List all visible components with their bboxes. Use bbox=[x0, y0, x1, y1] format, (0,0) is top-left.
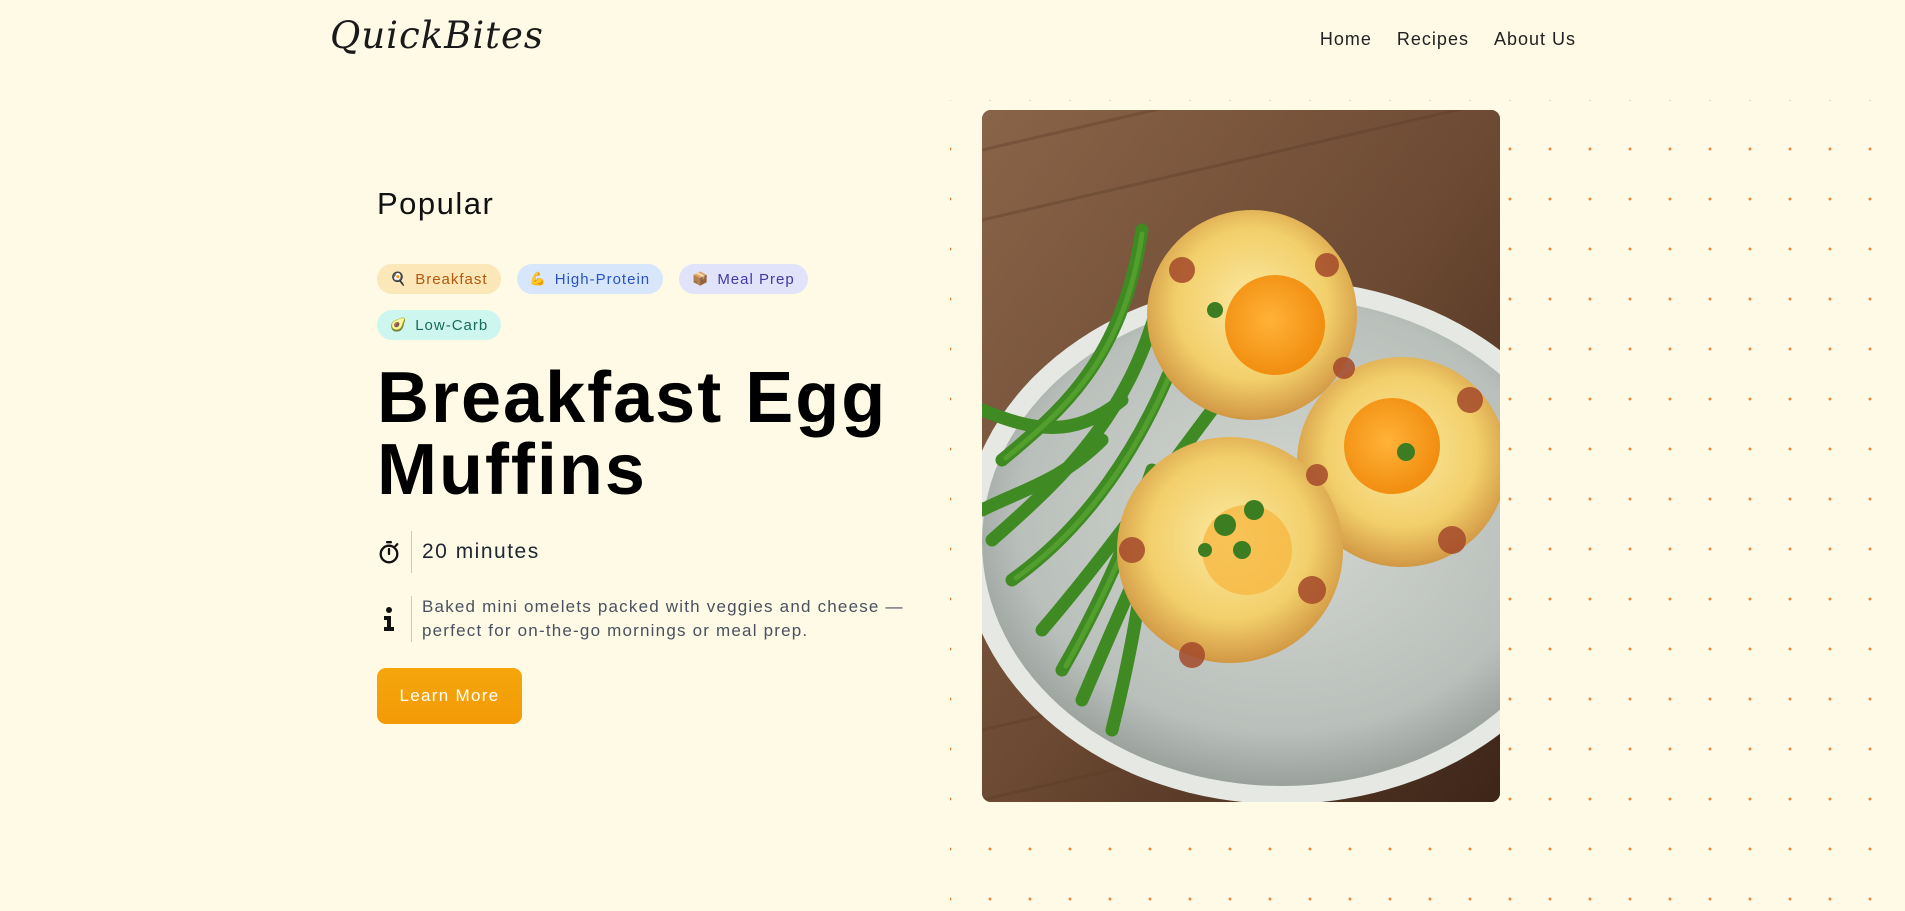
avocado-icon: 🥑 bbox=[390, 317, 408, 332]
tag-low-carb[interactable]: 🥑 Low-Carb bbox=[377, 310, 502, 340]
nav-home[interactable]: Home bbox=[1320, 29, 1372, 50]
tag-high-protein[interactable]: 💪 High-Protein bbox=[516, 264, 664, 294]
stopwatch-icon bbox=[377, 540, 401, 564]
nav-recipes[interactable]: Recipes bbox=[1397, 29, 1469, 50]
frying-pan-icon: 🍳 bbox=[390, 271, 408, 286]
tag-label: Breakfast bbox=[415, 270, 488, 288]
tag-meal-prep[interactable]: 📦 Meal Prep bbox=[679, 264, 808, 294]
tag-label: Low-Carb bbox=[415, 316, 489, 334]
nav-about-us[interactable]: About Us bbox=[1494, 29, 1576, 50]
recipe-image bbox=[982, 110, 1500, 802]
package-icon: 📦 bbox=[692, 271, 710, 286]
cook-time-row: 20 minutes bbox=[377, 531, 540, 573]
tag-list: 🍳 Breakfast 💪 High-Protein 📦 Meal Prep 🥑… bbox=[377, 264, 897, 340]
cook-time: 20 minutes bbox=[422, 540, 540, 563]
info-icon bbox=[377, 606, 401, 632]
learn-more-button[interactable]: Learn More bbox=[377, 668, 522, 724]
site-logo[interactable]: QuickBites bbox=[330, 14, 544, 57]
divider bbox=[411, 596, 412, 642]
page: QuickBites Home Recipes About Us Popular… bbox=[0, 0, 1905, 911]
tag-label: High-Protein bbox=[554, 270, 651, 288]
main-nav: Home Recipes About Us bbox=[1320, 29, 1576, 50]
divider bbox=[411, 531, 412, 573]
tag-breakfast[interactable]: 🍳 Breakfast bbox=[377, 264, 501, 294]
flexed-bicep-icon: 💪 bbox=[529, 271, 547, 286]
recipe-title: Breakfast Egg Muffins bbox=[377, 358, 888, 510]
tag-label: Meal Prep bbox=[717, 270, 795, 288]
eyebrow-label: Popular bbox=[377, 186, 495, 221]
description-row: Baked mini omelets packed with veggies a… bbox=[377, 596, 922, 642]
recipe-description: Baked mini omelets packed with veggies a… bbox=[422, 597, 904, 640]
